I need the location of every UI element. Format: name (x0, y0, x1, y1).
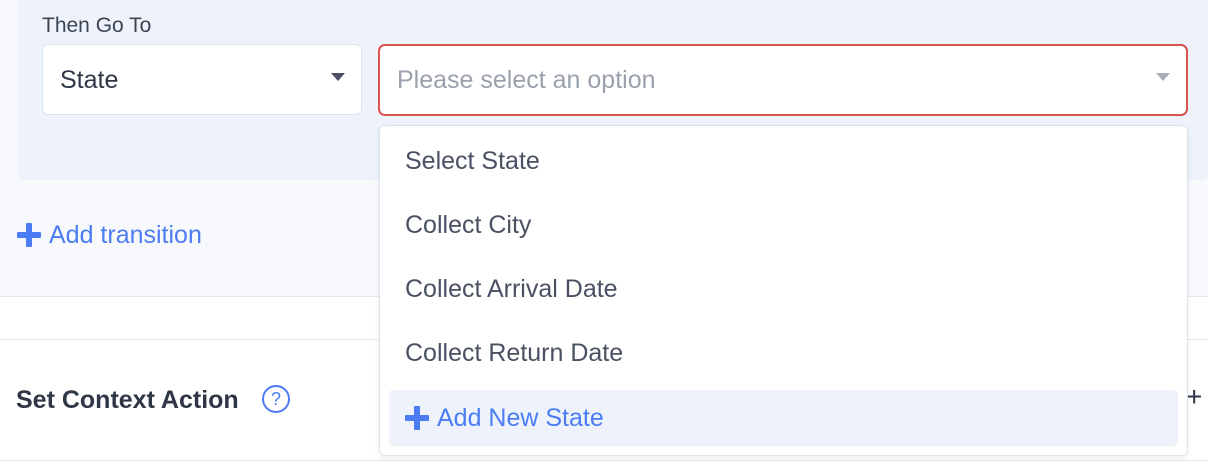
section-divider (0, 460, 1208, 461)
add-transition-button[interactable]: Add transition (17, 218, 202, 252)
add-new-state-label: Add New State (437, 404, 604, 432)
plus-icon (405, 406, 429, 430)
context-action-label: Set Context Action (16, 386, 239, 414)
add-new-state-option[interactable]: Add New State (389, 390, 1178, 446)
target-type-select[interactable]: State (42, 44, 362, 115)
then-go-to-label: Then Go To (42, 14, 152, 37)
question-circle-icon[interactable]: ? (262, 385, 290, 413)
add-context-action-icon[interactable]: + (1186, 382, 1208, 412)
target-state-placeholder: Please select an option (397, 66, 656, 94)
chevron-down-icon (331, 73, 345, 81)
add-transition-label: Add transition (49, 220, 202, 249)
dropdown-option[interactable]: Collect Arrival Date (380, 261, 1187, 317)
state-editor-panel: Then Go To State Please select an option… (0, 0, 1208, 472)
chevron-down-icon (1156, 73, 1170, 81)
target-type-value: State (60, 66, 119, 94)
dropdown-option[interactable]: Collect Return Date (380, 325, 1187, 381)
target-state-dropdown-menu: Select State Collect City Collect Arriva… (379, 125, 1188, 456)
plus-icon (17, 223, 41, 247)
target-state-select[interactable]: Please select an option (378, 44, 1188, 116)
dropdown-option[interactable]: Collect City (380, 197, 1187, 253)
dropdown-option[interactable]: Select State (380, 133, 1187, 189)
